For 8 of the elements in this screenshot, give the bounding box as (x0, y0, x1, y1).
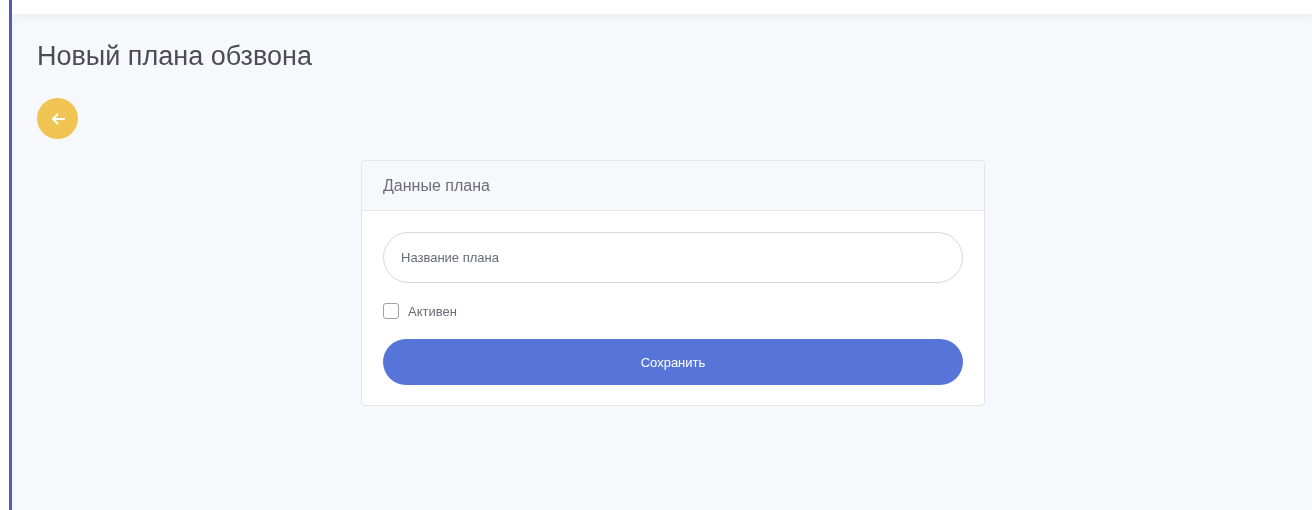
plan-name-field[interactable]: Название плана (383, 232, 963, 283)
back-button[interactable] (37, 98, 78, 139)
card-title: Данные плана (383, 176, 490, 195)
checkbox-label: Активен (408, 303, 457, 319)
page-title: Новый плана обзвона (37, 40, 312, 72)
save-button[interactable]: Сохранить (383, 339, 963, 385)
active-checkbox[interactable] (383, 303, 399, 319)
arrow-left-icon (50, 112, 65, 125)
